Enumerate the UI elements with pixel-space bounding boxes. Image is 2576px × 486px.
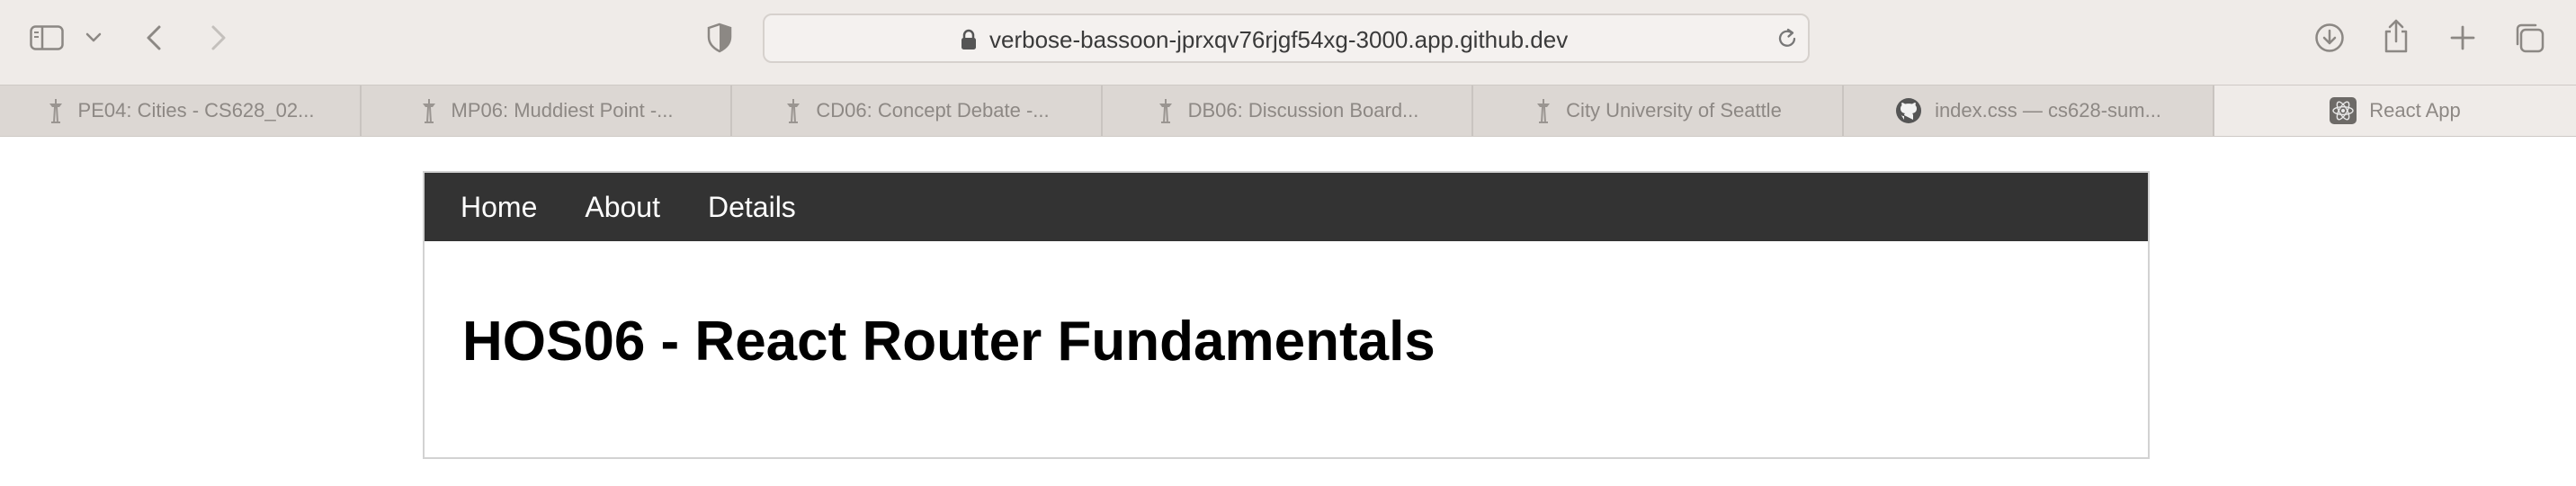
- tab-react-app[interactable]: React App: [2214, 86, 2576, 136]
- tab-cd06[interactable]: CD06: Concept Debate -...: [732, 86, 1103, 136]
- back-icon: [147, 25, 161, 50]
- tab-pe04[interactable]: PE04: Cities - CS628_02...: [0, 86, 362, 136]
- app-container: Home About Details HOS06 - React Router …: [423, 171, 2150, 459]
- sidebar-toggle-button[interactable]: [27, 23, 67, 52]
- seattle-icon: [1156, 98, 1176, 123]
- new-tab-button[interactable]: [2446, 20, 2479, 56]
- tab-overview-icon: [2516, 23, 2545, 53]
- seattle-icon: [1534, 98, 1553, 123]
- web-page: Home About Details HOS06 - React Router …: [0, 137, 2576, 486]
- github-icon: [1895, 97, 1922, 124]
- tab-label: City University of Seattle: [1566, 99, 1782, 122]
- url-text: verbose-bassoon-jprxqv76rjgf54xg-3000.ap…: [989, 26, 1569, 53]
- forward-button[interactable]: [205, 20, 232, 56]
- top-nav: Home About Details: [425, 173, 2148, 241]
- tab-mp06[interactable]: MP06: Muddiest Point -...: [362, 86, 732, 136]
- address-bar[interactable]: verbose-bassoon-jprxqv76rjgf54xg-3000.ap…: [763, 14, 1810, 63]
- privacy-report-button[interactable]: [705, 20, 734, 56]
- lock-icon: [961, 29, 977, 55]
- chevron-down-icon: [85, 32, 102, 42]
- tab-db06[interactable]: DB06: Discussion Board...: [1103, 86, 1473, 136]
- tab-label: DB06: Discussion Board...: [1187, 99, 1419, 122]
- sidebar-icon: [30, 25, 64, 50]
- page-heading: HOS06 - React Router Fundamentals: [462, 310, 1436, 373]
- tab-index-css[interactable]: index.css — cs628-sum...: [1844, 86, 2214, 136]
- seattle-icon: [783, 98, 803, 123]
- tab-label: React App: [2369, 99, 2461, 122]
- nav-about-link[interactable]: About: [549, 191, 660, 224]
- forward-icon: [211, 25, 226, 50]
- tab-cityu[interactable]: City University of Seattle: [1473, 86, 1844, 136]
- tab-label: MP06: Muddiest Point -...: [451, 99, 674, 122]
- shield-icon: [707, 22, 732, 53]
- download-icon: [2315, 23, 2344, 52]
- downloads-button[interactable]: [2313, 20, 2346, 56]
- reload-icon[interactable]: [1775, 27, 1799, 55]
- share-icon: [2384, 19, 2408, 53]
- seattle-icon: [419, 98, 439, 123]
- tab-label: index.css — cs628-sum...: [1935, 99, 2161, 122]
- browser-toolbar: verbose-bassoon-jprxqv76rjgf54xg-3000.ap…: [0, 0, 2576, 85]
- seattle-icon: [46, 98, 66, 123]
- back-button[interactable]: [140, 20, 167, 56]
- nav-details-link[interactable]: Details: [672, 191, 796, 224]
- tab-bar: PE04: Cities - CS628_02... MP06: Muddies…: [0, 85, 2576, 137]
- tab-overview-button[interactable]: [2511, 20, 2547, 56]
- tab-label: CD06: Concept Debate -...: [816, 99, 1050, 122]
- sidebar-menu-button[interactable]: [83, 27, 104, 49]
- new-tab-icon: [2450, 25, 2475, 50]
- share-button[interactable]: [2380, 16, 2412, 56]
- nav-home-link[interactable]: Home: [425, 191, 537, 224]
- tab-label: PE04: Cities - CS628_02...: [77, 99, 315, 122]
- react-icon: [2330, 97, 2357, 124]
